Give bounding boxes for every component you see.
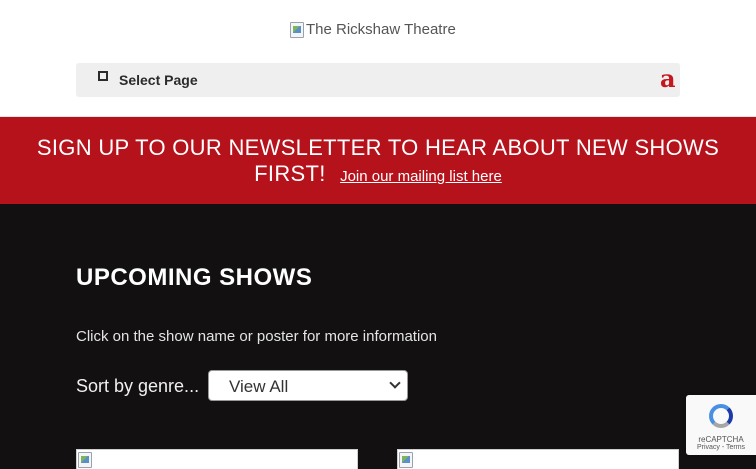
recaptcha-icon xyxy=(709,404,733,428)
section-title: UPCOMING SHOWS xyxy=(76,264,313,291)
mobile-menu-bar[interactable]: Select Page a xyxy=(76,63,680,97)
genre-select-value: View All xyxy=(229,377,289,396)
chevron-down-icon xyxy=(389,377,401,389)
broken-image-icon xyxy=(290,21,304,38)
sort-label: Sort by genre... xyxy=(76,376,200,396)
recaptcha-links[interactable]: Privacy - Terms xyxy=(686,444,756,451)
shows-section: UPCOMING SHOWS Click on the show name or… xyxy=(0,204,756,469)
broken-image-icon xyxy=(78,452,92,468)
menu-select-label[interactable]: Select Page xyxy=(119,72,198,88)
site-header: The Rickshaw Theatre Select Page a xyxy=(0,0,756,117)
mailing-list-link[interactable]: Join our mailing list here xyxy=(340,168,502,185)
recaptcha-badge[interactable]: reCAPTCHA Privacy - Terms xyxy=(686,395,756,455)
show-poster[interactable] xyxy=(76,449,358,469)
menu-toggle-icon[interactable]: a xyxy=(660,67,676,91)
recaptcha-label: reCAPTCHA xyxy=(698,435,744,444)
checkbox-icon xyxy=(98,71,108,81)
genre-select[interactable]: View All xyxy=(208,370,408,401)
broken-image-icon xyxy=(399,452,413,468)
newsletter-banner: SIGN UP TO OUR NEWSLETTER TO HEAR ABOUT … xyxy=(0,117,756,204)
site-logo[interactable]: The Rickshaw Theatre xyxy=(290,21,456,38)
logo-alt-text: The Rickshaw Theatre xyxy=(306,21,456,38)
shows-hint: Click on the show name or poster for mor… xyxy=(76,328,437,345)
show-poster[interactable] xyxy=(397,449,679,469)
